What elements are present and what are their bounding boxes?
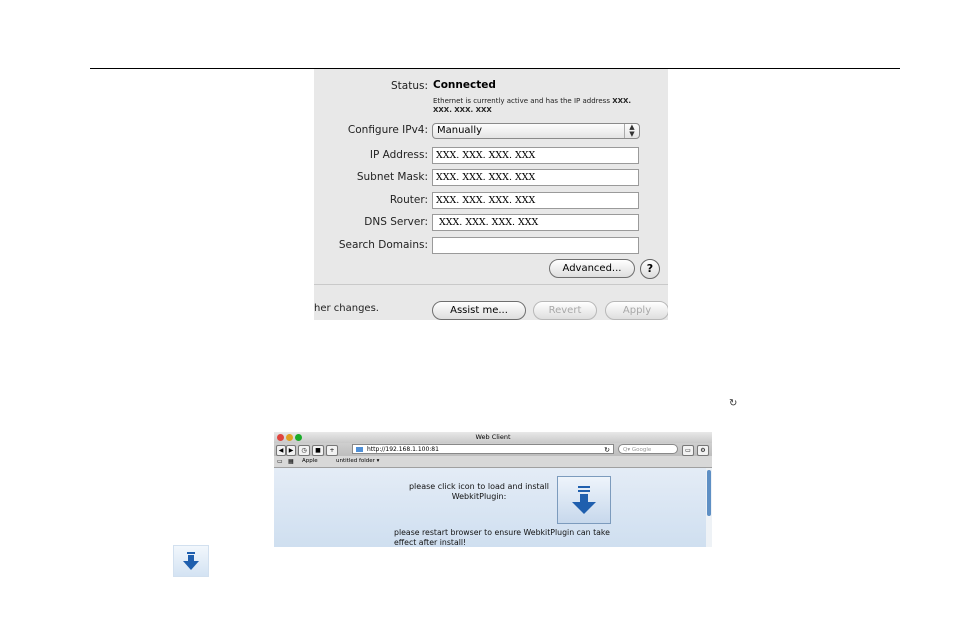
refresh-icon: ↻ bbox=[729, 398, 738, 409]
dns-server-label: DNS Server: bbox=[364, 216, 428, 228]
forward-icon[interactable]: ▶ bbox=[286, 445, 296, 456]
install-text-line1: please click icon to load and install bbox=[408, 482, 550, 491]
history-icon[interactable]: ◷ bbox=[298, 445, 310, 456]
install-text-line2: WebkitPlugin: bbox=[451, 492, 507, 501]
subnet-mask-label: Subnet Mask: bbox=[356, 171, 428, 183]
maximize-window-icon[interactable] bbox=[295, 434, 302, 441]
bookmark-apple[interactable]: Apple bbox=[302, 456, 318, 467]
router-field[interactable]: XXX. XXX. XXX. XXX bbox=[432, 192, 639, 209]
subnet-mask-field[interactable]: XXX. XXX. XXX. XXX bbox=[432, 169, 639, 186]
ip-address-field[interactable]: XXX. XXX. XXX. XXX bbox=[432, 147, 639, 164]
updown-arrows-icon: ▲ ▼ bbox=[624, 124, 639, 138]
status-description-text: Ethernet is currently active and has the… bbox=[433, 97, 610, 105]
download-arrow-icon bbox=[572, 486, 596, 514]
restart-text-line2: effect after install! bbox=[394, 538, 467, 547]
footer-separator bbox=[314, 284, 668, 285]
assist-me-button[interactable]: Assist me... bbox=[432, 301, 526, 320]
address-url: http://192.168.1.100:81 bbox=[367, 446, 439, 453]
search-domains-label: Search Domains: bbox=[338, 239, 428, 251]
help-button[interactable]: ? bbox=[640, 259, 660, 279]
page-menu-icon[interactable]: ▭ bbox=[682, 445, 694, 456]
back-icon[interactable]: ◀ bbox=[276, 445, 286, 456]
bookmarks-book-icon[interactable]: ■ bbox=[312, 445, 324, 456]
restart-instructions: please restart browser to ensure WebkitP… bbox=[394, 528, 654, 547]
status-description: Ethernet is currently active and has the… bbox=[433, 97, 648, 115]
download-icon-small bbox=[173, 545, 209, 577]
browser-window: Web Client ◀ ▶ ◷ ■ + http://192.168.1.10… bbox=[274, 432, 712, 547]
advanced-button[interactable]: Advanced... bbox=[549, 259, 635, 278]
configure-ipv4-value: Manually bbox=[437, 125, 483, 136]
restart-text-line1: please restart browser to ensure WebkitP… bbox=[394, 528, 610, 537]
download-arrow-icon bbox=[183, 552, 199, 570]
status-value: Connected bbox=[433, 79, 496, 91]
configure-ipv4-label: Configure IPv4: bbox=[347, 124, 428, 136]
grid-view-icon[interactable]: ▦ bbox=[288, 456, 294, 467]
plugin-install-page: please click icon to load and install We… bbox=[274, 468, 706, 547]
status-label: Status: bbox=[391, 80, 428, 92]
page-favicon-icon bbox=[356, 447, 363, 452]
install-instructions: please click icon to load and install We… bbox=[394, 482, 564, 502]
bookmarks-bar: ▭ ▦ Apple untitled folder ▾ bbox=[274, 456, 712, 468]
ip-address-label: IP Address: bbox=[369, 149, 428, 161]
reload-icon[interactable]: ↻ bbox=[604, 445, 610, 455]
dns-server-field[interactable]: XXX. XXX. XXX. XXX bbox=[432, 214, 639, 231]
download-plugin-button[interactable] bbox=[557, 476, 611, 524]
bookmark-untitled-folder[interactable]: untitled folder ▾ bbox=[336, 456, 379, 467]
browser-toolbar: ◀ ▶ ◷ ■ + http://192.168.1.100:81 ↻ Q▾ G… bbox=[274, 443, 712, 456]
close-window-icon[interactable] bbox=[277, 434, 284, 441]
revert-button[interactable]: Revert bbox=[533, 301, 597, 320]
search-field[interactable]: Q▾ Google bbox=[618, 444, 678, 454]
browser-title: Web Client bbox=[475, 433, 511, 441]
minimize-window-icon[interactable] bbox=[286, 434, 293, 441]
footer-text: her changes. bbox=[314, 303, 379, 314]
settings-gear-icon[interactable]: ⚙ bbox=[697, 445, 709, 456]
scrollbar-thumb[interactable] bbox=[707, 470, 711, 516]
address-bar[interactable]: http://192.168.1.100:81 ↻ bbox=[352, 444, 614, 454]
apply-button[interactable]: Apply bbox=[605, 301, 668, 320]
configure-ipv4-select[interactable]: Manually ▲ ▼ bbox=[432, 123, 640, 139]
open-book-icon[interactable]: ▭ bbox=[277, 456, 283, 467]
browser-titlebar: Web Client bbox=[274, 432, 712, 443]
search-domains-field[interactable] bbox=[432, 237, 639, 254]
network-settings-panel: Status: Connected Ethernet is currently … bbox=[314, 69, 668, 320]
router-label: Router: bbox=[389, 194, 428, 206]
add-bookmark-icon[interactable]: + bbox=[326, 445, 338, 456]
